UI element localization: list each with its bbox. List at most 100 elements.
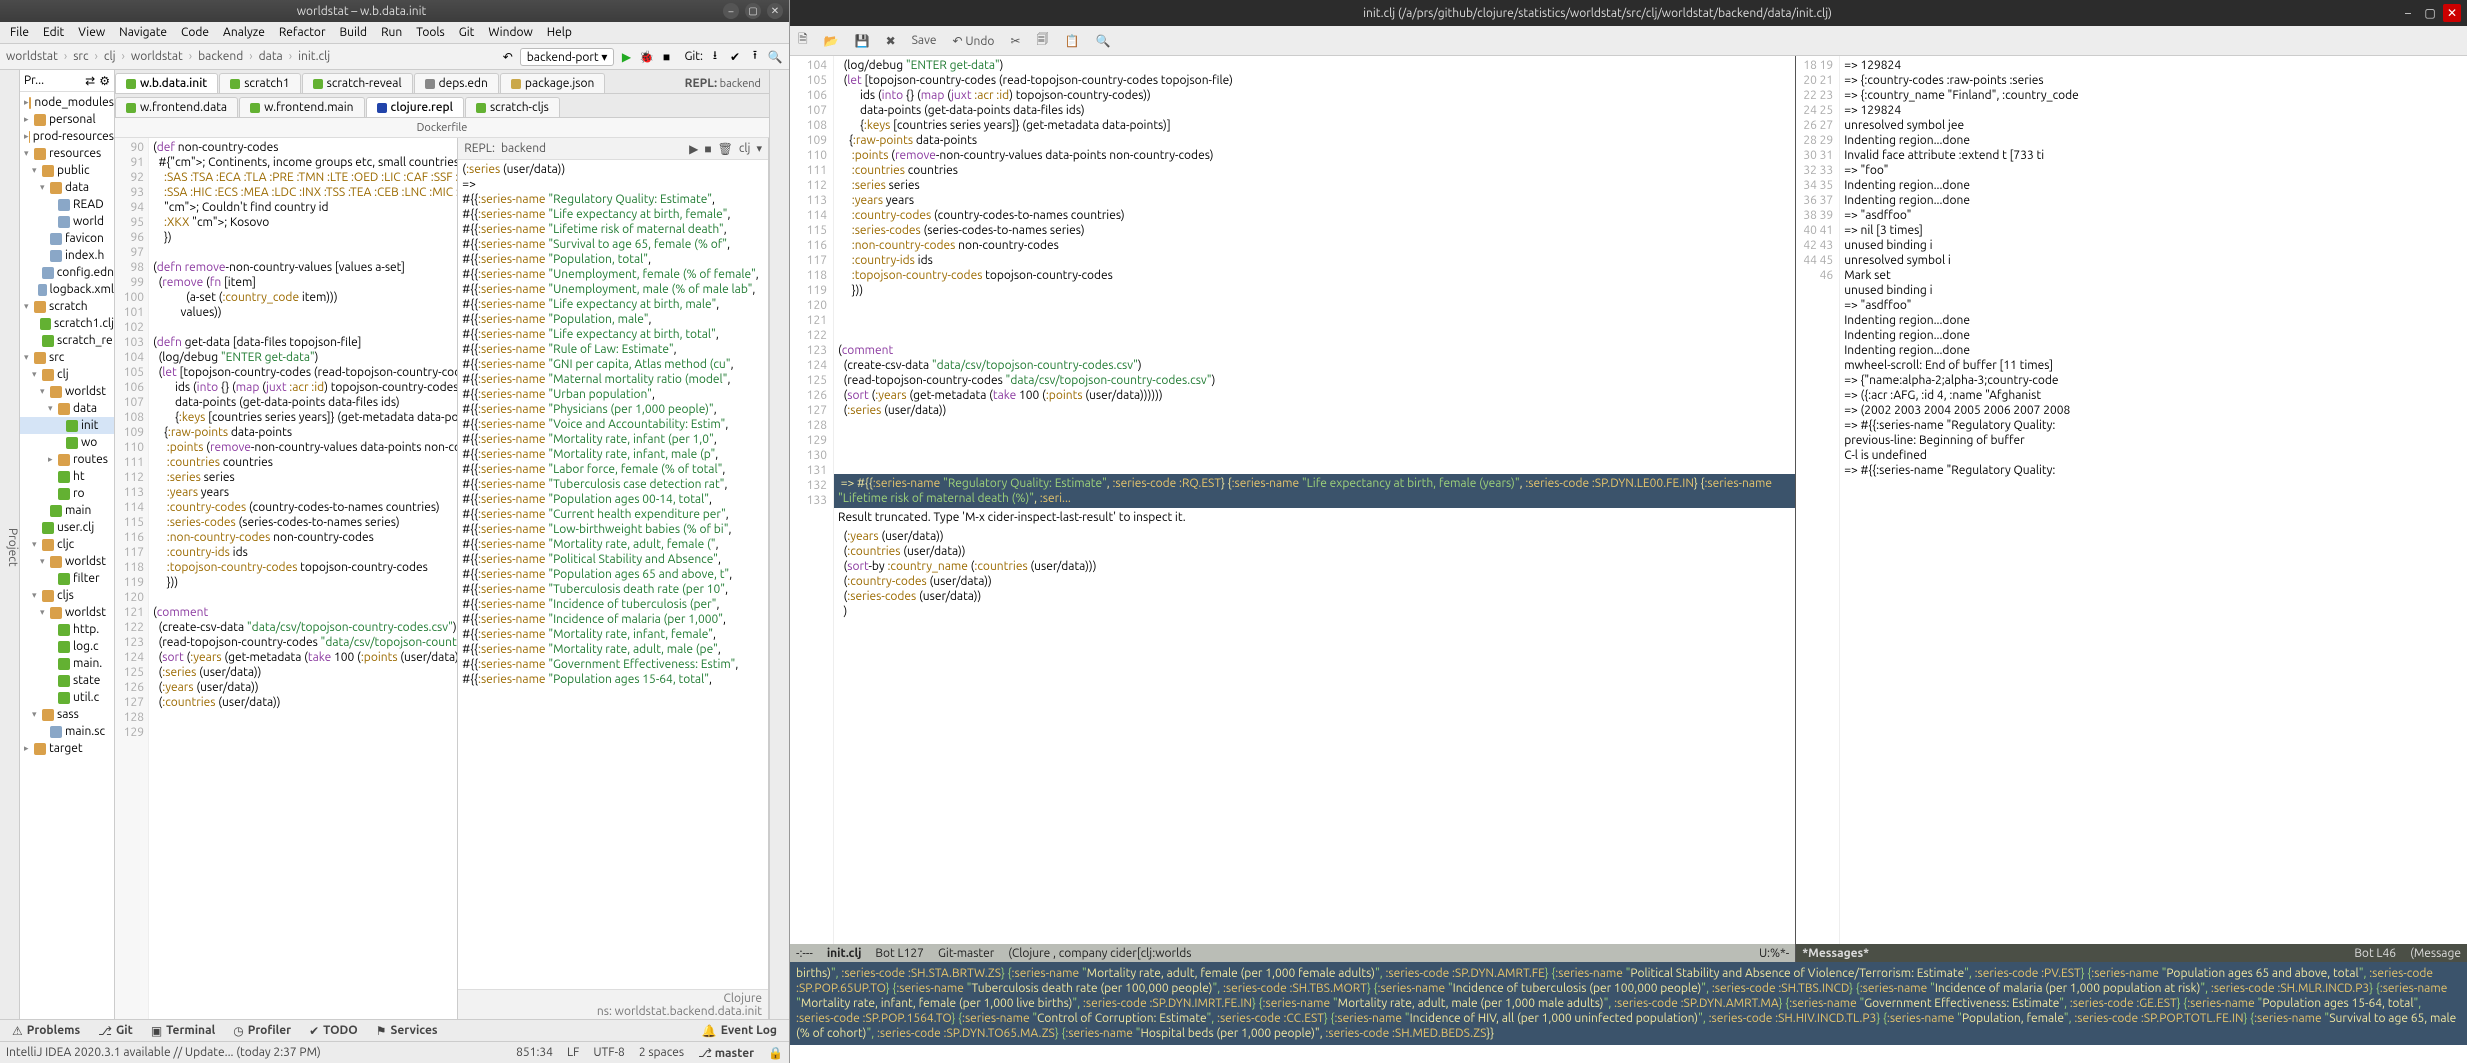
tree-node[interactable]: log.c bbox=[20, 638, 114, 655]
tree-node[interactable]: main bbox=[20, 502, 114, 519]
em-modeline-left[interactable]: -:--- init.clj Bot L127 Git-master (Cloj… bbox=[790, 944, 1795, 962]
git-push-icon[interactable]: ⭱ bbox=[747, 49, 763, 65]
editor-tab[interactable]: w.frontend.main bbox=[239, 97, 364, 117]
menu-git[interactable]: Git bbox=[453, 24, 481, 41]
debug-icon[interactable]: 🐞 bbox=[638, 49, 654, 65]
save-label[interactable]: Save bbox=[912, 34, 937, 47]
tab-problems[interactable]: ⚠ Problems bbox=[4, 1022, 88, 1040]
tree-node[interactable]: wo bbox=[20, 434, 114, 451]
crumb-1[interactable]: src bbox=[73, 50, 88, 63]
tree-node[interactable]: filter bbox=[20, 570, 114, 587]
tree-node[interactable]: ▸target bbox=[20, 740, 114, 757]
menu-refactor[interactable]: Refactor bbox=[273, 24, 332, 41]
repl-stop-icon[interactable]: ■ bbox=[704, 142, 711, 156]
tree-node[interactable]: READ bbox=[20, 196, 114, 213]
menu-run[interactable]: Run bbox=[375, 24, 408, 41]
crumb-6[interactable]: init.clj bbox=[298, 50, 330, 63]
em-minibuffer[interactable] bbox=[790, 1045, 2467, 1063]
gear-icon[interactable]: ⚙ bbox=[99, 74, 110, 88]
tree-node[interactable]: http. bbox=[20, 621, 114, 638]
em-maximize-icon[interactable]: ▢ bbox=[2421, 4, 2439, 22]
cut-icon[interactable]: ✂ bbox=[1010, 34, 1020, 48]
tree-node[interactable]: util.c bbox=[20, 689, 114, 706]
search-icon[interactable]: 🔍 bbox=[1095, 34, 1110, 48]
tab-terminal[interactable]: ▣ Terminal bbox=[143, 1022, 223, 1040]
tree-node[interactable]: ▸routes bbox=[20, 451, 114, 468]
ij-titlebar[interactable]: worldstat – w.b.data.init – ▢ ✕ bbox=[0, 0, 789, 22]
tree-node[interactable]: config.edn bbox=[20, 264, 114, 281]
status-indent[interactable]: 2 spaces bbox=[639, 1046, 684, 1059]
editor-tab[interactable]: scratch-cljs bbox=[465, 97, 560, 117]
git-pull-icon[interactable]: ⭳ bbox=[707, 49, 723, 65]
editor-tab[interactable]: w.b.data.init bbox=[115, 73, 218, 93]
tree-node[interactable]: init bbox=[20, 417, 114, 434]
em-titlebar[interactable]: init.clj (/a/prs/github/clojure/statisti… bbox=[790, 0, 2467, 26]
em-code-after[interactable]: (:years (user/data)) (:countries (user/d… bbox=[834, 527, 1795, 945]
tab-todo[interactable]: ✔ TODO bbox=[301, 1022, 366, 1040]
tree-node[interactable]: ▾worldst bbox=[20, 383, 114, 400]
project-tool-button[interactable]: Project bbox=[6, 528, 19, 567]
em-close-icon[interactable]: ✕ bbox=[2443, 4, 2461, 22]
tree-node[interactable]: ro bbox=[20, 485, 114, 502]
save-icon[interactable]: 💾 bbox=[855, 34, 870, 48]
collapse-icon[interactable]: ⇄ bbox=[85, 74, 95, 88]
status-lock-icon[interactable]: 🔒 bbox=[768, 1046, 783, 1060]
repl-value[interactable]: backend bbox=[501, 142, 546, 155]
tree-node[interactable]: ▾worldst bbox=[20, 604, 114, 621]
menu-file[interactable]: File bbox=[4, 24, 35, 41]
menu-edit[interactable]: Edit bbox=[37, 24, 70, 41]
menu-view[interactable]: View bbox=[72, 24, 111, 41]
undo-label[interactable]: ↶ Undo bbox=[953, 34, 995, 48]
crumb-4[interactable]: backend bbox=[198, 50, 243, 63]
editor-tab[interactable]: scratch-reveal bbox=[302, 73, 413, 93]
close-icon[interactable]: ✖ bbox=[886, 34, 896, 48]
tree-node[interactable]: ▾cljs bbox=[20, 587, 114, 604]
tree-node[interactable]: ▾cljc bbox=[20, 536, 114, 553]
tree-node[interactable]: main. bbox=[20, 655, 114, 672]
event-log-button[interactable]: 🔔 Event Log bbox=[694, 1022, 785, 1040]
menu-code[interactable]: Code bbox=[175, 24, 215, 41]
crumb-0[interactable]: worldstat bbox=[6, 50, 58, 63]
search-everywhere-icon[interactable]: 🔍 bbox=[767, 49, 783, 65]
em-modeline-right[interactable]: *Messages* Bot L46 (Message bbox=[1796, 944, 2467, 962]
tree-node[interactable]: index.h bbox=[20, 247, 114, 264]
open-folder-icon[interactable]: 📂 bbox=[824, 34, 839, 48]
tab-profiler[interactable]: ◷ Profiler bbox=[225, 1022, 299, 1040]
project-tree[interactable]: ▸node_modules▸personal▸prod-resources▾re… bbox=[20, 92, 114, 1019]
editor-tab[interactable]: package.json bbox=[500, 73, 605, 93]
tree-node[interactable]: ▾public bbox=[20, 162, 114, 179]
close-icon[interactable]: ✕ bbox=[767, 3, 783, 19]
menu-help[interactable]: Help bbox=[541, 24, 578, 41]
repl-clear-icon[interactable]: 🗑 bbox=[718, 142, 733, 156]
tree-node[interactable]: ▾scratch bbox=[20, 298, 114, 315]
tree-node[interactable]: ▸node_modules bbox=[20, 94, 114, 111]
tree-node[interactable]: main.sc bbox=[20, 723, 114, 740]
status-encoding[interactable]: UTF-8 bbox=[593, 1046, 624, 1059]
run-config-combo[interactable]: backend-port ▾ bbox=[520, 48, 615, 66]
crumb-2[interactable]: clj bbox=[104, 50, 116, 63]
menu-navigate[interactable]: Navigate bbox=[113, 24, 173, 41]
status-update-msg[interactable]: IntelliJ IDEA 2020.3.1 available // Upda… bbox=[6, 1046, 321, 1059]
maximize-icon[interactable]: ▢ bbox=[745, 3, 761, 19]
back-icon[interactable]: ↶ bbox=[500, 49, 516, 65]
code-right[interactable]: (:series (user/data)) => #{{:series-name… bbox=[458, 160, 768, 989]
git-commit-icon[interactable]: ✔ bbox=[727, 49, 743, 65]
menu-window[interactable]: Window bbox=[482, 24, 538, 41]
stop-icon[interactable]: ■ bbox=[658, 49, 674, 65]
editor-tab[interactable]: w.frontend.data bbox=[115, 97, 238, 117]
em-messages[interactable]: => 129824 => {:country-codes :raw-points… bbox=[1840, 56, 2467, 944]
editor-right[interactable]: REPL: backend ▶ ■ 🗑 clj▾ (:series (user/… bbox=[458, 138, 769, 1019]
tree-node[interactable]: ▸personal bbox=[20, 111, 114, 128]
menu-analyze[interactable]: Analyze bbox=[217, 24, 271, 41]
repl-run-icon[interactable]: ▶ bbox=[689, 142, 698, 156]
menu-tools[interactable]: Tools bbox=[410, 24, 451, 41]
sidebar-title[interactable]: Pr... bbox=[24, 74, 44, 87]
tree-node[interactable]: user.clj bbox=[20, 519, 114, 536]
repl-indicator[interactable]: REPL: backend bbox=[677, 74, 769, 93]
status-caret-pos[interactable]: 851:34 bbox=[516, 1046, 553, 1059]
run-icon[interactable]: ▶ bbox=[618, 49, 634, 65]
copy-icon[interactable]: 🗐 bbox=[1037, 30, 1049, 51]
tree-node[interactable]: ▾src bbox=[20, 349, 114, 366]
tree-node[interactable]: ▾resources bbox=[20, 145, 114, 162]
tree-node[interactable]: ▾sass bbox=[20, 706, 114, 723]
